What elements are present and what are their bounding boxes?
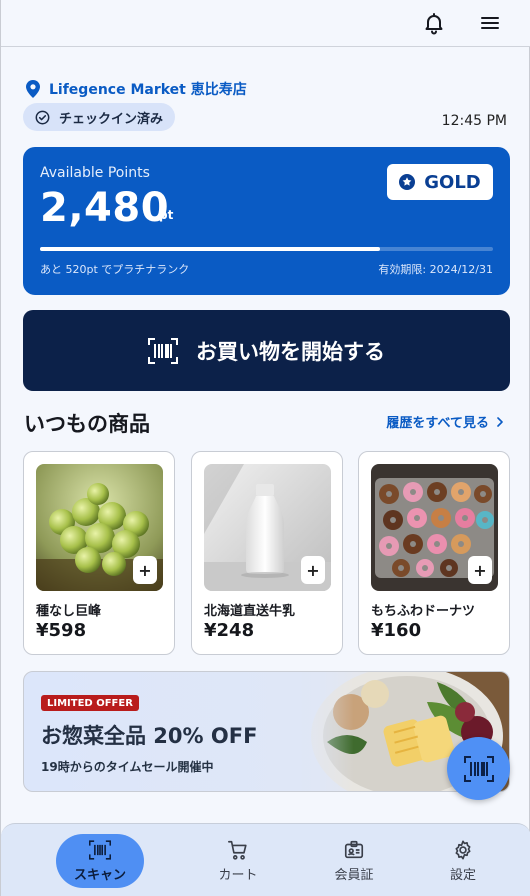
barcode-scan-icon [463,755,494,782]
chevron-right-icon [497,416,503,427]
product-name: 種なし巨峰 [36,604,102,619]
points-value: 2,480 [40,185,170,231]
product-price: ¥160 [371,620,422,641]
app-frame: Lifegence Market 恵比寿店 チェックイン済み 12:45 PM … [0,0,530,896]
view-history-link[interactable]: 履歴をすべて見る [386,412,505,431]
nav-item-settings[interactable]: 設定 [419,834,507,888]
checkin-label: チェックイン済み [59,111,164,127]
rank-progress-bar [40,247,493,251]
nav-label-member-card: 会員証 [334,868,374,883]
current-time: 12:45 PM [441,113,507,129]
hamburger-menu-icon[interactable] [478,11,502,35]
barcode-scan-icon [148,337,178,364]
store-location[interactable]: Lifegence Market 恵比寿店 [25,79,247,99]
product-card[interactable]: + 北海道直送牛乳 ¥248 [191,451,343,655]
add-to-cart-button[interactable]: + [301,556,325,584]
nav-label-cart: カート [218,868,258,883]
product-card[interactable]: + 種なし巨峰 ¥598 [23,451,175,655]
gear-icon [455,840,471,860]
points-unit: pt [159,208,174,222]
add-to-cart-button[interactable]: + [468,556,492,584]
star-icon [399,174,416,190]
bottom-navigation: スキャン カート 会員証 設定 [1,823,530,896]
usual-items-title: いつもの商品 [24,412,150,436]
nav-item-cart[interactable]: カート [194,834,282,888]
points-expiry: 有効期限: 2024/12/31 [378,263,493,276]
nav-item-scan[interactable]: スキャン [56,834,144,888]
top-bar [1,0,530,47]
nav-item-member-card[interactable]: 会員証 [310,834,398,888]
product-name: もちふわドーナツ [371,604,476,619]
product-price: ¥248 [204,620,255,641]
location-pin-icon [26,80,40,98]
product-name: 北海道直送牛乳 [204,604,296,619]
start-shopping-label: お買い物を開始する [196,339,385,364]
start-shopping-button[interactable]: お買い物を開始する [23,310,510,391]
nav-label-settings: 設定 [449,868,476,883]
product-price: ¥598 [36,620,87,641]
product-card[interactable]: + もちふわドーナツ ¥160 [358,451,510,655]
store-name: Lifegence Market 恵比寿店 [49,82,247,98]
bell-icon[interactable] [422,11,446,35]
add-to-cart-button[interactable]: + [133,556,157,584]
nav-label-scan: スキャン [73,868,126,883]
offer-subtitle: 19時からのタイムセール開催中 [41,760,214,774]
next-rank-text: あと 520pt でプラチナランク [40,263,190,276]
limited-offer-tag: LIMITED OFFER [41,695,139,711]
offer-headline: お惣菜全品 20% OFF [41,724,258,748]
cart-icon [228,840,247,860]
rank-badge[interactable]: GOLD [387,164,493,200]
rank-progress-fill [40,247,380,251]
barcode-scan-icon [89,840,111,860]
points-card[interactable]: Available Points 2,480 pt GOLD あと 520pt … [23,147,510,295]
points-label: Available Points [40,165,150,181]
view-history-label: 履歴をすべて見る [386,416,489,431]
rank-label: GOLD [424,171,481,193]
check-circle-icon [35,110,50,124]
floating-scan-button[interactable] [447,737,510,800]
limited-offer-banner[interactable]: LIMITED OFFER お惣菜全品 20% OFF 19時からのタイムセール… [23,671,510,792]
checkin-badge: チェックイン済み [23,103,176,131]
id-card-icon [344,840,364,859]
